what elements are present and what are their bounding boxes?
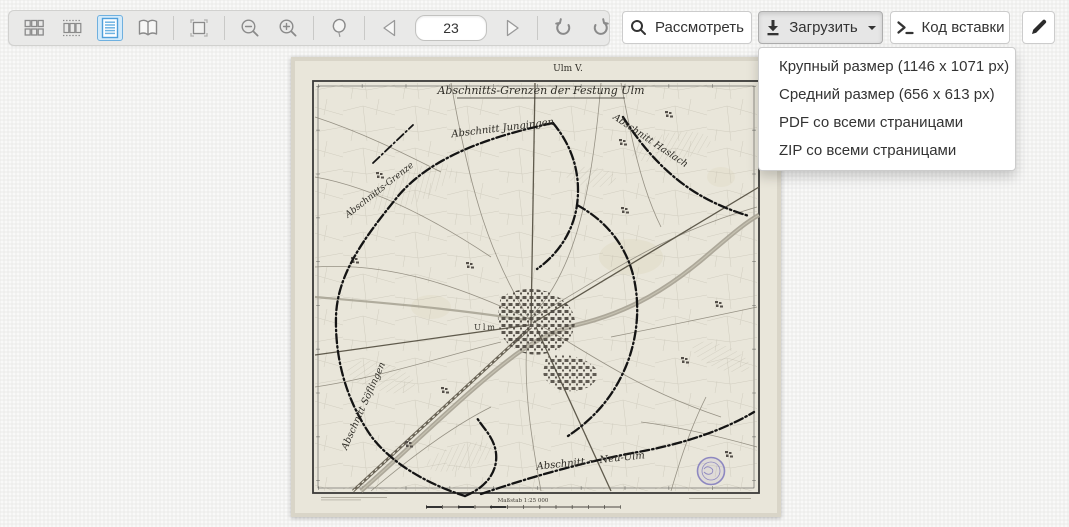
download-menu: Крупный размер (1146 x 1071 px) Средний … [758, 47, 1016, 171]
embed-button-label: Код вставки [922, 19, 1005, 36]
terminal-prompt-icon [896, 19, 914, 36]
book-view-icon[interactable] [135, 15, 161, 41]
toolbar-separator [224, 16, 225, 40]
zoom-out-icon[interactable] [237, 15, 263, 41]
single-page-view-icon[interactable] [97, 15, 123, 41]
map-heading: Abschnitts-Grenzen der Festung Ulm [436, 84, 644, 97]
download-menu-item-zip[interactable]: ZIP со всеми страницами [759, 137, 1015, 165]
map-scale-label: Maßstab 1:25 000 [498, 498, 549, 504]
review-button-label: Рассмотреть [655, 19, 744, 36]
library-stamp [698, 458, 725, 485]
toolbar-separator [537, 16, 538, 40]
toolbar-separator [313, 16, 314, 40]
map-city-label: Ulm [474, 323, 497, 332]
chevron-down-icon [868, 26, 876, 30]
rotate-cw-icon[interactable] [588, 15, 614, 41]
search-icon [630, 19, 647, 36]
download-button-label: Загрузить [789, 19, 858, 36]
download-icon [765, 19, 781, 36]
edit-button[interactable] [1022, 11, 1055, 44]
filmstrip-view-icon[interactable] [59, 15, 85, 41]
pencil-icon [1030, 19, 1047, 36]
download-menu-item-large[interactable]: Крупный размер (1146 x 1071 px) [759, 53, 1015, 81]
zoom-in-icon[interactable] [275, 15, 301, 41]
download-menu-item-medium[interactable]: Средний размер (656 x 613 px) [759, 81, 1015, 109]
grid-view-icon[interactable] [21, 15, 47, 41]
loupe-icon[interactable] [326, 15, 352, 41]
review-button[interactable]: Рассмотреть [622, 11, 752, 44]
rotate-ccw-icon[interactable] [550, 15, 576, 41]
next-page-icon[interactable] [499, 15, 525, 41]
map-sheet-title: Ulm V. [553, 64, 583, 74]
download-button[interactable]: Загрузить [758, 11, 883, 44]
viewer-toolbar [8, 10, 610, 46]
fullscreen-icon[interactable] [186, 15, 212, 41]
page-number-input[interactable] [415, 15, 487, 41]
toolbar-separator [173, 16, 174, 40]
download-menu-item-pdf[interactable]: PDF со всеми страницами [759, 109, 1015, 137]
map-page-image[interactable]: Ulm V. [291, 57, 781, 517]
toolbar-separator [364, 16, 365, 40]
embed-code-button[interactable]: Код вставки [890, 11, 1010, 44]
prev-page-icon[interactable] [377, 15, 403, 41]
